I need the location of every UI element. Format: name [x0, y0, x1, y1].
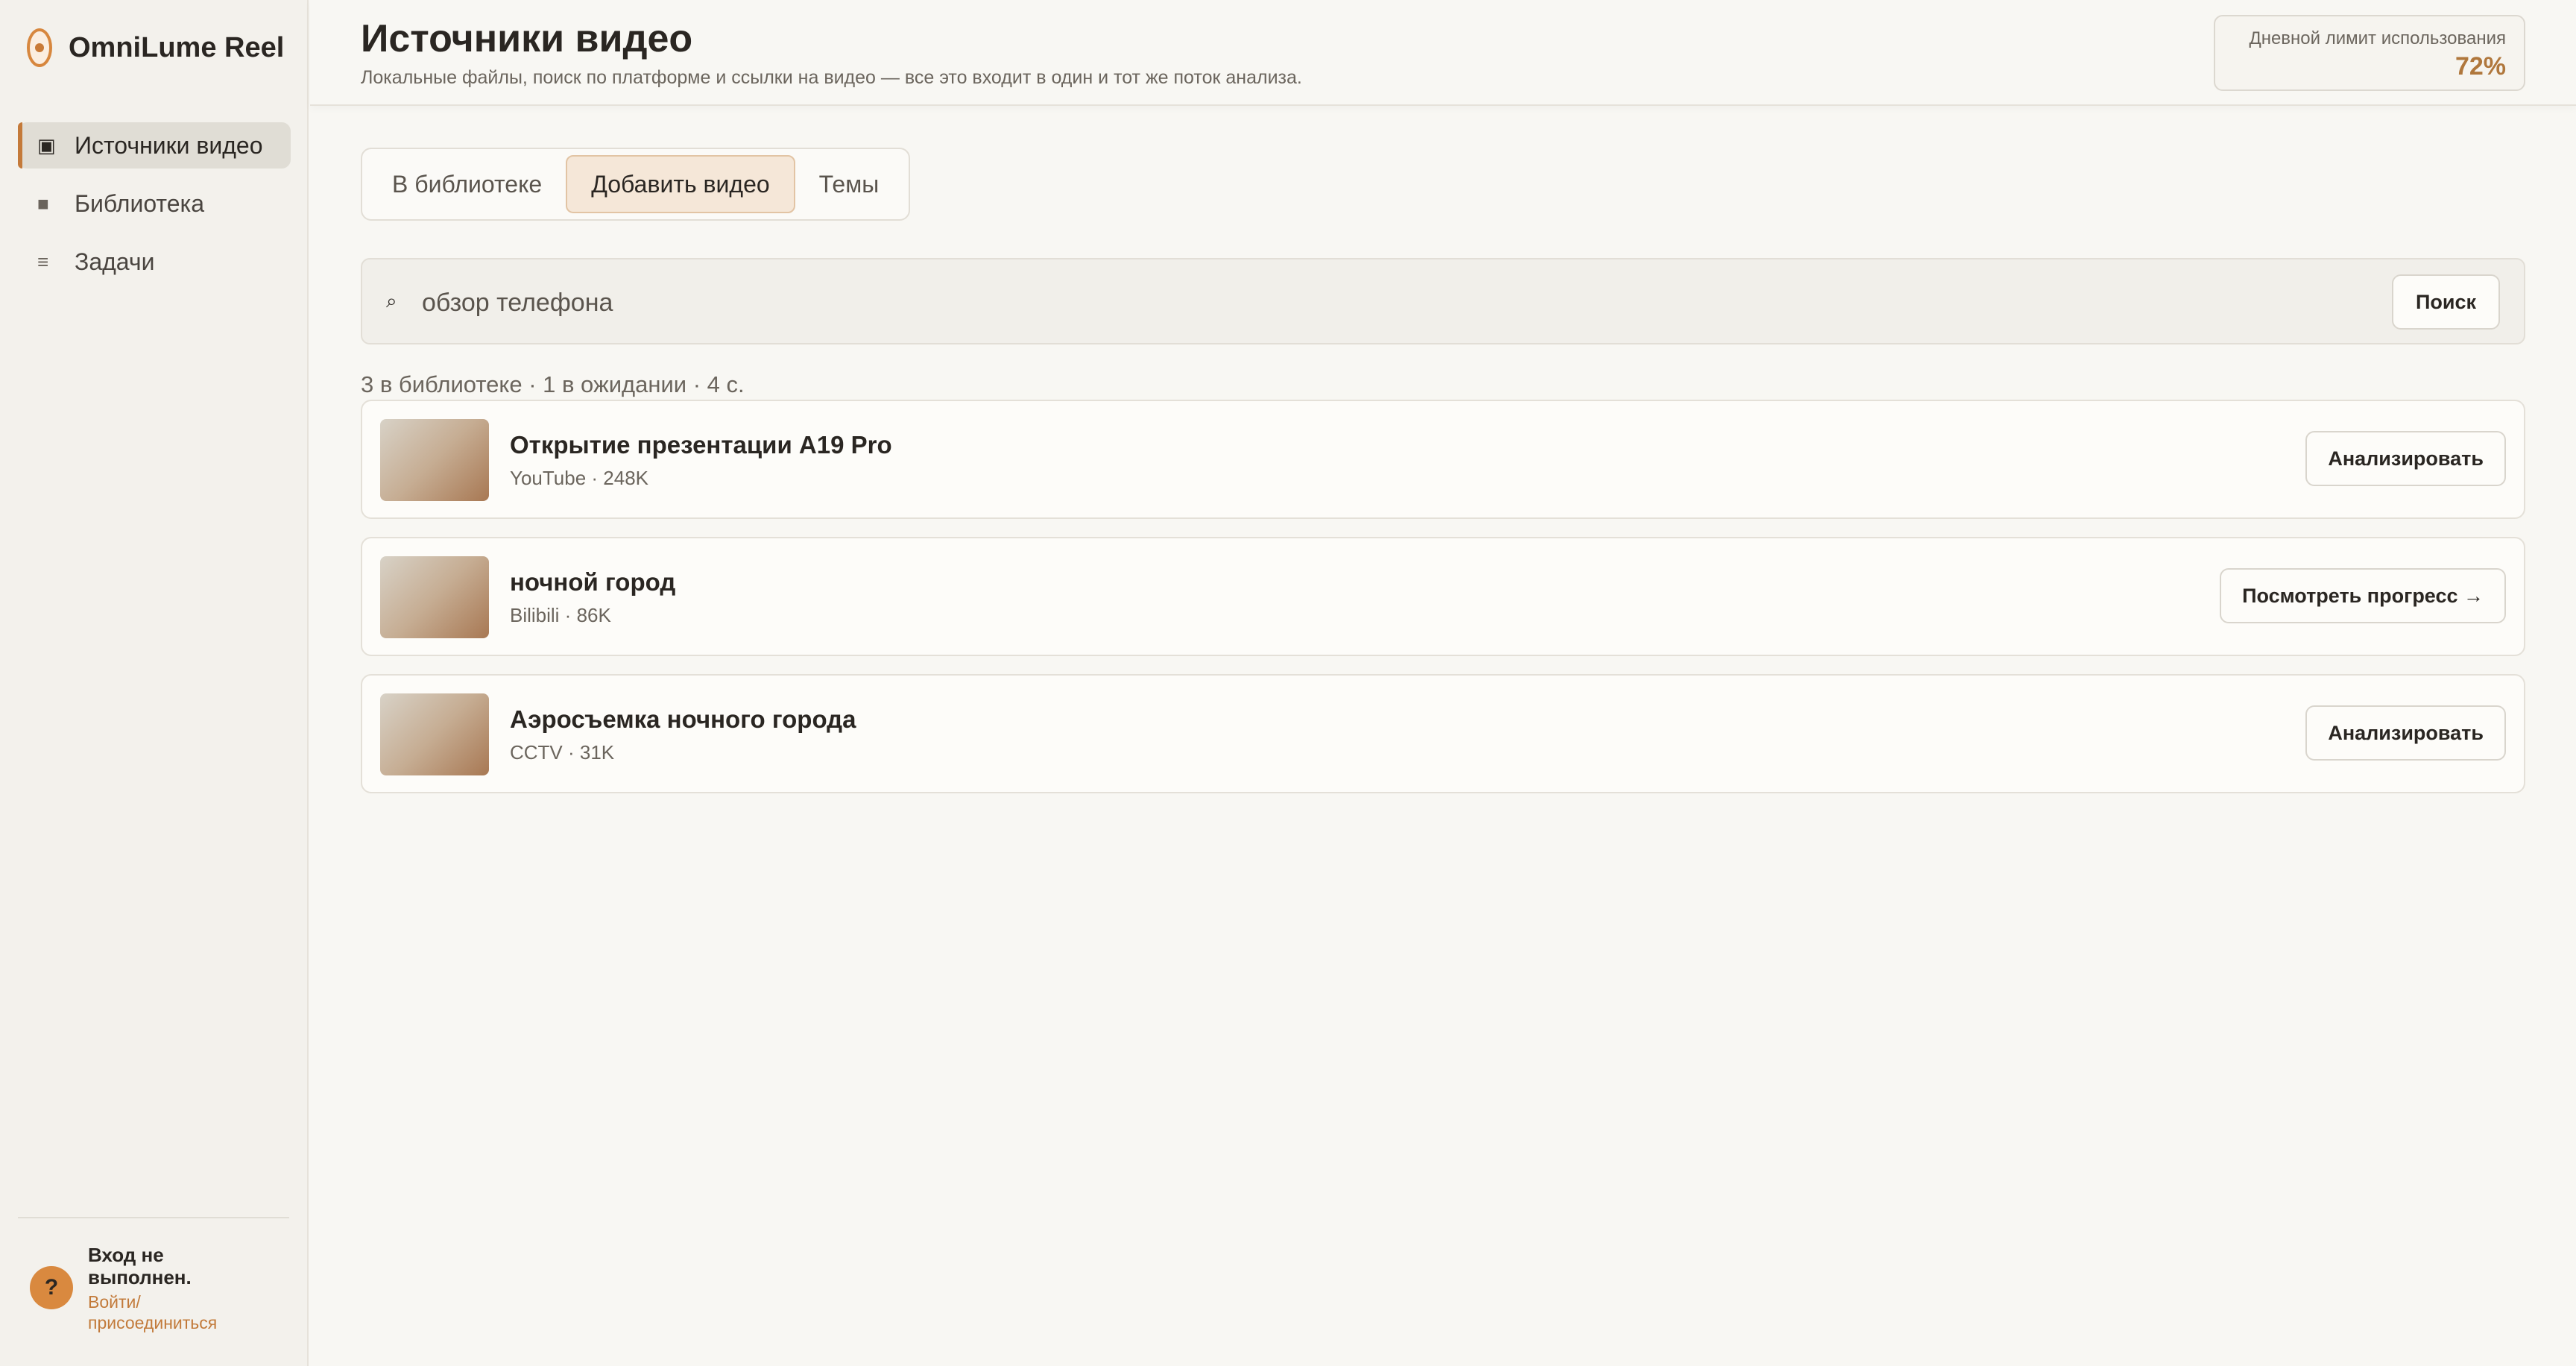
library-icon: ■	[37, 192, 49, 215]
tasks-icon: ≡	[37, 251, 49, 273]
results-list: Открытие презентации A19 Pro YouTube · 2…	[361, 400, 2525, 811]
list-item[interactable]: Открытие презентации A19 Pro YouTube · 2…	[361, 400, 2525, 519]
analyze-button[interactable]: Анализировать	[2305, 431, 2506, 486]
sidebar-item-tasks[interactable]: ≡ Задачи	[18, 239, 291, 285]
tab-add-video[interactable]: Добавить видео	[566, 155, 795, 213]
video-thumbnail	[380, 556, 489, 638]
sidebar-divider	[18, 1217, 289, 1218]
app-name: OmniLume Reel	[69, 31, 285, 63]
brand[interactable]: OmniLume Reel	[27, 28, 284, 67]
user-info: Вход не выполнен. Войти/ присоединиться	[88, 1244, 267, 1333]
video-meta: CCTV · 31K	[510, 741, 615, 764]
sidebar-item-library[interactable]: ■ Библиотека	[18, 180, 291, 227]
video-thumbnail	[380, 419, 489, 501]
analyze-button[interactable]: Анализировать	[2305, 705, 2506, 761]
list-item[interactable]: Аэросъемка ночного города CCTV · 31K Ана…	[361, 674, 2525, 793]
avatar[interactable]: ?	[30, 1266, 73, 1309]
logo-icon	[27, 28, 52, 67]
search-button[interactable]: Поиск	[2391, 274, 2500, 330]
video-title: ночной город	[510, 568, 676, 596]
user-panel: ? Вход не выполнен. Войти/ присоединитьс…	[30, 1244, 267, 1333]
video-meta: Bilibili · 86K	[510, 604, 611, 626]
video-meta: YouTube · 248K	[510, 467, 648, 489]
quota-label: Дневной лимит использования	[2249, 28, 2506, 48]
view-progress-button[interactable]: Посмотреть прогресс →	[2220, 568, 2506, 623]
quota-value: 72%	[2455, 52, 2506, 81]
results-summary: 3 в библиотеке · 1 в ожидании · 4 с.	[361, 371, 745, 397]
page-subtitle: Локальные файлы, поиск по платформе и сс…	[361, 67, 1302, 88]
list-item[interactable]: ночной город Bilibili · 86K Посмотреть п…	[361, 537, 2525, 656]
tab-in-library[interactable]: В библиотеке	[368, 155, 566, 213]
sidebar-item-label: Библиотека	[75, 190, 204, 217]
page-title: Источники видео	[361, 17, 693, 60]
sidebar-item-label: Задачи	[75, 248, 155, 275]
login-status: Вход не выполнен.	[88, 1244, 192, 1288]
search-icon: ⌕	[386, 289, 397, 312]
video-title: Открытие презентации A19 Pro	[510, 431, 892, 459]
video-title: Аэросъемка ночного города	[510, 705, 856, 733]
sidebar-item-video-sources[interactable]: ▣ Источники видео	[18, 122, 291, 169]
login-link[interactable]: Войти/ присоединиться	[88, 1291, 267, 1333]
sidebar: OmniLume Reel ▣ Источники видео ■ Библио…	[0, 0, 309, 1366]
video-source-icon: ▣	[37, 134, 56, 157]
usage-quota: Дневной лимит использования 72%	[2214, 15, 2525, 91]
tab-topics[interactable]: Темы	[795, 155, 903, 213]
search-bar: ⌕ Поиск	[361, 258, 2525, 344]
video-thumbnail	[380, 693, 489, 775]
search-input[interactable]	[422, 280, 2136, 325]
page-header: Источники видео Локальные файлы, поиск п…	[310, 0, 2576, 106]
source-tabs: В библиотеке Добавить видео Темы	[361, 148, 911, 221]
sidebar-nav: ▣ Источники видео ■ Библиотека ≡ Задачи	[18, 122, 291, 297]
app-window: OmniLume Reel ▣ Источники видео ■ Библио…	[0, 0, 2576, 1366]
sidebar-item-label: Источники видео	[75, 132, 263, 159]
